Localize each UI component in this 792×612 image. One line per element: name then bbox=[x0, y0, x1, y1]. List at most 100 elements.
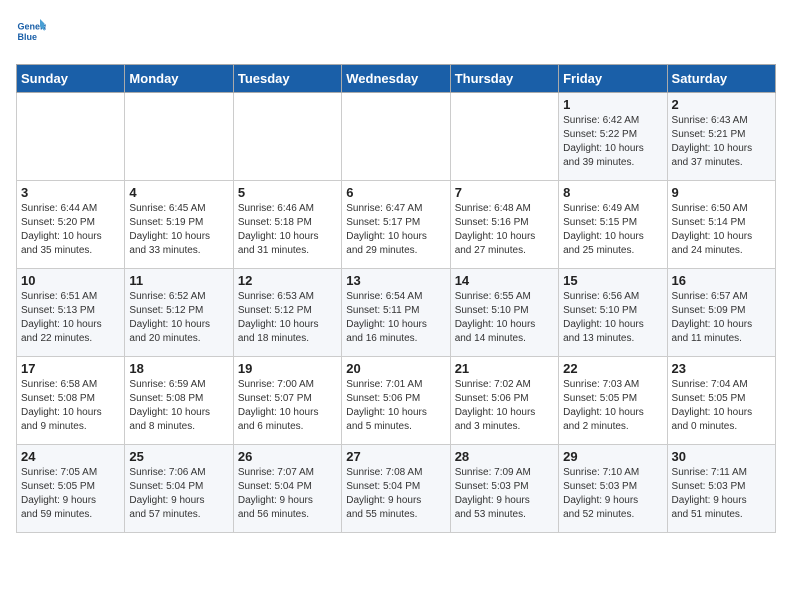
calendar-cell: 16 Sunrise: 6:57 AM Sunset: 5:09 PM Dayli… bbox=[667, 269, 775, 357]
day-info: Sunrise: 7:02 AM Sunset: 5:06 PM Dayligh… bbox=[455, 378, 554, 434]
day-number: 8 bbox=[563, 185, 662, 200]
calendar-table: SundayMondayTuesdayWednesdayThursdayFrid… bbox=[16, 64, 776, 533]
calendar-cell: 21 Sunrise: 7:02 AM Sunset: 5:06 PM Dayli… bbox=[450, 357, 558, 445]
column-header-sunday: Sunday bbox=[17, 65, 125, 93]
day-info: Sunrise: 7:07 AM Sunset: 5:04 PM Dayligh… bbox=[238, 466, 337, 522]
day-info: Sunrise: 6:43 AM Sunset: 5:21 PM Dayligh… bbox=[672, 114, 771, 170]
calendar-cell: 20 Sunrise: 7:01 AM Sunset: 5:06 PM Dayli… bbox=[342, 357, 450, 445]
day-info: Sunrise: 6:53 AM Sunset: 5:12 PM Dayligh… bbox=[238, 290, 337, 346]
calendar-cell bbox=[125, 93, 233, 181]
day-number: 7 bbox=[455, 185, 554, 200]
day-number: 14 bbox=[455, 273, 554, 288]
calendar-cell: 9 Sunrise: 6:50 AM Sunset: 5:14 PM Daylig… bbox=[667, 181, 775, 269]
calendar-cell: 27Sunrise: 7:08 AM Sunset: 5:04 PM Dayli… bbox=[342, 445, 450, 533]
day-number: 5 bbox=[238, 185, 337, 200]
calendar-body: 1 Sunrise: 6:42 AM Sunset: 5:22 PM Daylig… bbox=[17, 93, 776, 533]
day-number: 4 bbox=[129, 185, 228, 200]
day-number: 17 bbox=[21, 361, 120, 376]
calendar-cell: 13 Sunrise: 6:54 AM Sunset: 5:11 PM Dayli… bbox=[342, 269, 450, 357]
calendar-cell bbox=[17, 93, 125, 181]
calendar-cell: 19 Sunrise: 7:00 AM Sunset: 5:07 PM Dayli… bbox=[233, 357, 341, 445]
day-info: Sunrise: 6:49 AM Sunset: 5:15 PM Dayligh… bbox=[563, 202, 662, 258]
day-number: 30 bbox=[672, 449, 771, 464]
day-number: 21 bbox=[455, 361, 554, 376]
calendar-cell: 2 Sunrise: 6:43 AM Sunset: 5:21 PM Daylig… bbox=[667, 93, 775, 181]
day-number: 1 bbox=[563, 97, 662, 112]
calendar-cell: 18 Sunrise: 6:59 AM Sunset: 5:08 PM Dayli… bbox=[125, 357, 233, 445]
column-header-thursday: Thursday bbox=[450, 65, 558, 93]
day-info: Sunrise: 6:57 AM Sunset: 5:09 PM Dayligh… bbox=[672, 290, 771, 346]
day-number: 24 bbox=[21, 449, 120, 464]
calendar-cell: 17 Sunrise: 6:58 AM Sunset: 5:08 PM Dayli… bbox=[17, 357, 125, 445]
day-number: 18 bbox=[129, 361, 228, 376]
calendar-cell: 10 Sunrise: 6:51 AM Sunset: 5:13 PM Dayli… bbox=[17, 269, 125, 357]
calendar-cell: 3 Sunrise: 6:44 AM Sunset: 5:20 PM Daylig… bbox=[17, 181, 125, 269]
day-number: 19 bbox=[238, 361, 337, 376]
day-info: Sunrise: 7:04 AM Sunset: 5:05 PM Dayligh… bbox=[672, 378, 771, 434]
day-number: 12 bbox=[238, 273, 337, 288]
logo: General Blue bbox=[16, 16, 50, 46]
day-number: 16 bbox=[672, 273, 771, 288]
day-info: Sunrise: 6:42 AM Sunset: 5:22 PM Dayligh… bbox=[563, 114, 662, 170]
day-info: Sunrise: 6:54 AM Sunset: 5:11 PM Dayligh… bbox=[346, 290, 445, 346]
day-info: Sunrise: 6:58 AM Sunset: 5:08 PM Dayligh… bbox=[21, 378, 120, 434]
column-header-wednesday: Wednesday bbox=[342, 65, 450, 93]
day-info: Sunrise: 7:00 AM Sunset: 5:07 PM Dayligh… bbox=[238, 378, 337, 434]
day-info: Sunrise: 7:09 AM Sunset: 5:03 PM Dayligh… bbox=[455, 466, 554, 522]
day-number: 13 bbox=[346, 273, 445, 288]
calendar-cell: 15 Sunrise: 6:56 AM Sunset: 5:10 PM Dayli… bbox=[559, 269, 667, 357]
day-info: Sunrise: 6:47 AM Sunset: 5:17 PM Dayligh… bbox=[346, 202, 445, 258]
calendar-cell: 1 Sunrise: 6:42 AM Sunset: 5:22 PM Daylig… bbox=[559, 93, 667, 181]
day-number: 10 bbox=[21, 273, 120, 288]
page-header: General Blue bbox=[16, 16, 776, 54]
day-info: Sunrise: 6:50 AM Sunset: 5:14 PM Dayligh… bbox=[672, 202, 771, 258]
column-header-tuesday: Tuesday bbox=[233, 65, 341, 93]
calendar-week-row: 3 Sunrise: 6:44 AM Sunset: 5:20 PM Daylig… bbox=[17, 181, 776, 269]
calendar-cell: 14 Sunrise: 6:55 AM Sunset: 5:10 PM Dayli… bbox=[450, 269, 558, 357]
day-number: 29 bbox=[563, 449, 662, 464]
day-info: Sunrise: 6:56 AM Sunset: 5:10 PM Dayligh… bbox=[563, 290, 662, 346]
day-number: 22 bbox=[563, 361, 662, 376]
day-info: Sunrise: 7:05 AM Sunset: 5:05 PM Dayligh… bbox=[21, 466, 120, 522]
column-header-friday: Friday bbox=[559, 65, 667, 93]
day-number: 27 bbox=[346, 449, 445, 464]
day-info: Sunrise: 6:51 AM Sunset: 5:13 PM Dayligh… bbox=[21, 290, 120, 346]
calendar-cell bbox=[342, 93, 450, 181]
logo-icon: General Blue bbox=[16, 16, 46, 46]
day-info: Sunrise: 7:06 AM Sunset: 5:04 PM Dayligh… bbox=[129, 466, 228, 522]
calendar-cell: 23 Sunrise: 7:04 AM Sunset: 5:05 PM Dayli… bbox=[667, 357, 775, 445]
day-number: 3 bbox=[21, 185, 120, 200]
column-header-saturday: Saturday bbox=[667, 65, 775, 93]
calendar-cell bbox=[450, 93, 558, 181]
calendar-cell: 30Sunrise: 7:11 AM Sunset: 5:03 PM Dayli… bbox=[667, 445, 775, 533]
calendar-cell: 26Sunrise: 7:07 AM Sunset: 5:04 PM Dayli… bbox=[233, 445, 341, 533]
day-info: Sunrise: 6:55 AM Sunset: 5:10 PM Dayligh… bbox=[455, 290, 554, 346]
calendar-cell: 6Sunrise: 6:47 AM Sunset: 5:17 PM Daylig… bbox=[342, 181, 450, 269]
calendar-cell: 25Sunrise: 7:06 AM Sunset: 5:04 PM Dayli… bbox=[125, 445, 233, 533]
calendar-cell: 7Sunrise: 6:48 AM Sunset: 5:16 PM Daylig… bbox=[450, 181, 558, 269]
day-number: 11 bbox=[129, 273, 228, 288]
calendar-header-row: SundayMondayTuesdayWednesdayThursdayFrid… bbox=[17, 65, 776, 93]
calendar-week-row: 1 Sunrise: 6:42 AM Sunset: 5:22 PM Daylig… bbox=[17, 93, 776, 181]
calendar-cell: 29Sunrise: 7:10 AM Sunset: 5:03 PM Dayli… bbox=[559, 445, 667, 533]
calendar-cell: 22Sunrise: 7:03 AM Sunset: 5:05 PM Dayli… bbox=[559, 357, 667, 445]
calendar-week-row: 10 Sunrise: 6:51 AM Sunset: 5:13 PM Dayli… bbox=[17, 269, 776, 357]
day-number: 23 bbox=[672, 361, 771, 376]
day-number: 2 bbox=[672, 97, 771, 112]
day-number: 9 bbox=[672, 185, 771, 200]
day-info: Sunrise: 6:59 AM Sunset: 5:08 PM Dayligh… bbox=[129, 378, 228, 434]
column-header-monday: Monday bbox=[125, 65, 233, 93]
calendar-cell: 11 Sunrise: 6:52 AM Sunset: 5:12 PM Dayli… bbox=[125, 269, 233, 357]
calendar-cell: 12 Sunrise: 6:53 AM Sunset: 5:12 PM Dayli… bbox=[233, 269, 341, 357]
calendar-cell: 28Sunrise: 7:09 AM Sunset: 5:03 PM Dayli… bbox=[450, 445, 558, 533]
day-number: 15 bbox=[563, 273, 662, 288]
day-info: Sunrise: 6:52 AM Sunset: 5:12 PM Dayligh… bbox=[129, 290, 228, 346]
day-info: Sunrise: 6:45 AM Sunset: 5:19 PM Dayligh… bbox=[129, 202, 228, 258]
day-info: Sunrise: 6:46 AM Sunset: 5:18 PM Dayligh… bbox=[238, 202, 337, 258]
day-info: Sunrise: 7:01 AM Sunset: 5:06 PM Dayligh… bbox=[346, 378, 445, 434]
day-info: Sunrise: 6:44 AM Sunset: 5:20 PM Dayligh… bbox=[21, 202, 120, 258]
calendar-cell: 4 Sunrise: 6:45 AM Sunset: 5:19 PM Daylig… bbox=[125, 181, 233, 269]
day-number: 20 bbox=[346, 361, 445, 376]
calendar-cell bbox=[233, 93, 341, 181]
calendar-cell: 5 Sunrise: 6:46 AM Sunset: 5:18 PM Daylig… bbox=[233, 181, 341, 269]
